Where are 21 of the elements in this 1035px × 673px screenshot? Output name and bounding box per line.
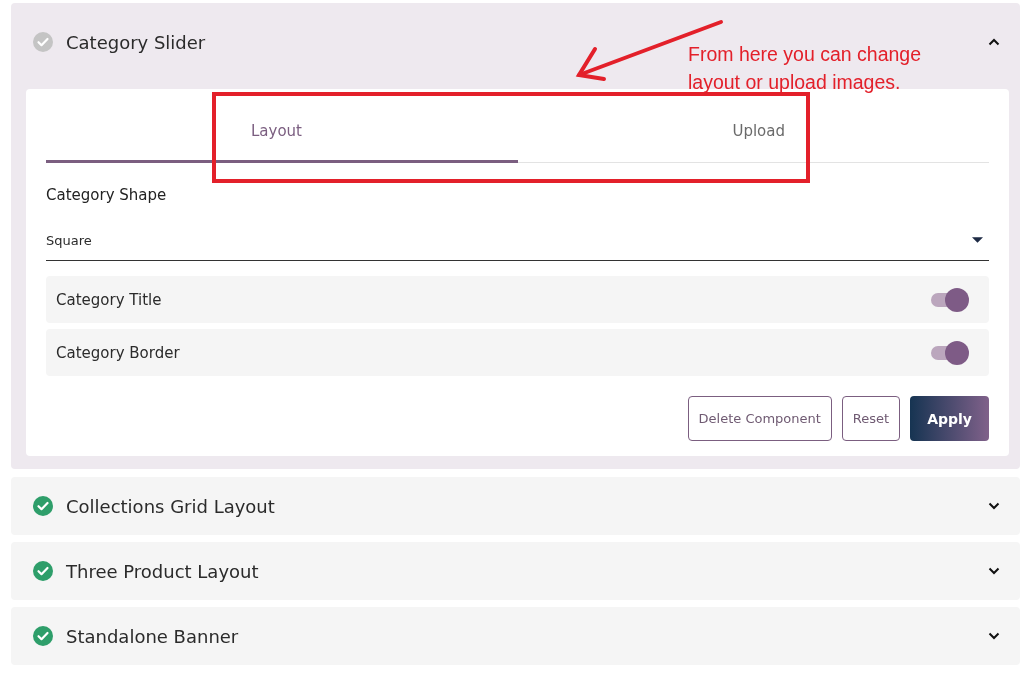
caret-icon	[972, 237, 983, 243]
apply-button[interactable]: Apply	[910, 396, 989, 441]
toggle-switch[interactable]	[929, 287, 969, 312]
outline-button[interactable]: Delete Component	[687, 396, 832, 441]
section-title: Collections Grid Layout	[66, 495, 276, 517]
chevron-up-icon[interactable]	[988, 38, 1000, 46]
toggle-switch[interactable]	[929, 340, 969, 365]
toggle-label: Category Title	[56, 290, 162, 309]
chevron-down-icon[interactable]	[988, 567, 1000, 575]
outline-button[interactable]: Reset	[841, 396, 901, 441]
tab[interactable]: Upload	[518, 107, 989, 163]
field-label: Category Shape	[46, 186, 168, 204]
shape-dropdown[interactable]: Square	[46, 220, 989, 261]
section-title: Category Slider	[66, 31, 207, 53]
toggle-label: Category Border	[56, 343, 180, 362]
tab[interactable]: Layout	[46, 107, 518, 163]
annotation-text: From here you can change layout or upload images.	[688, 42, 923, 95]
section-title: Three Product Layout	[66, 560, 260, 582]
section-title: Standalone Banner	[66, 625, 240, 647]
chevron-down-icon[interactable]	[988, 632, 1000, 640]
chevron-down-icon[interactable]	[988, 502, 1000, 510]
